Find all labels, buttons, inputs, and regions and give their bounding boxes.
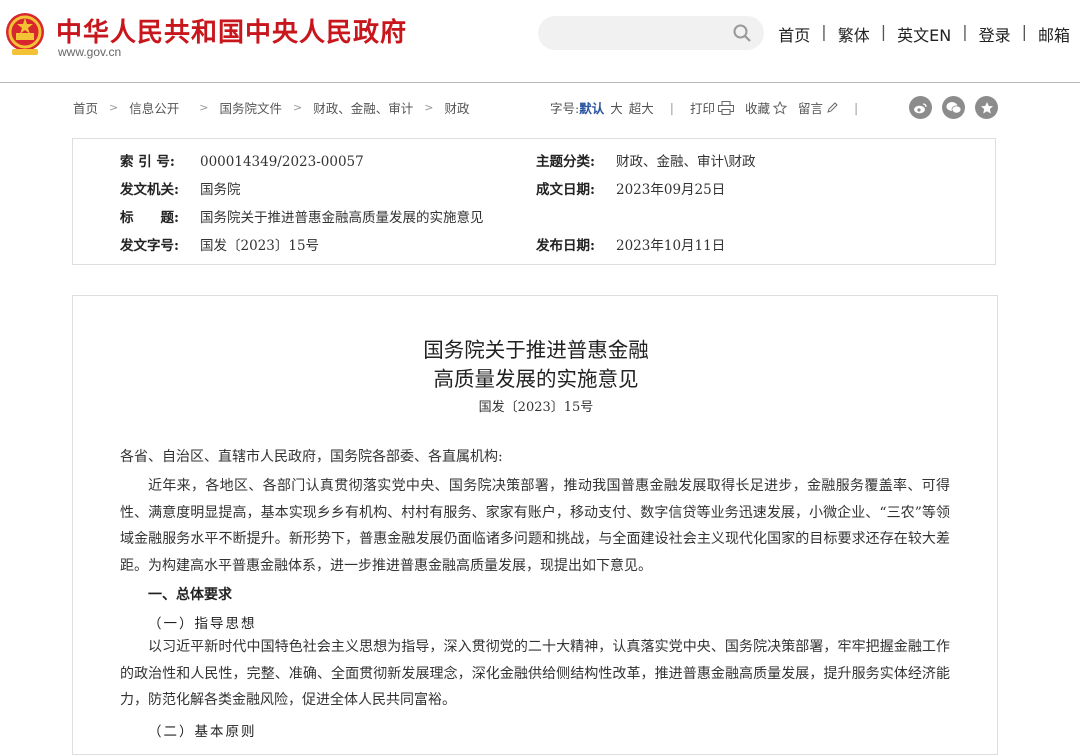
meta-published-label: 发布日期: [536, 238, 595, 254]
nav-english[interactable]: 英文EN [897, 22, 951, 46]
meta-index-label: 索 引 号: [120, 154, 175, 170]
nav-traditional[interactable]: 繁体 [838, 22, 870, 46]
pencil-icon[interactable] [826, 101, 838, 114]
breadcrumb-home[interactable]: 首页 [73, 98, 98, 117]
breadcrumb-finance[interactable]: 财政 [444, 98, 469, 117]
search-input[interactable] [538, 16, 764, 50]
meta-written-date: 成文日期: 2023年09月25日 [536, 178, 725, 198]
print-button[interactable]: 打印 [690, 98, 715, 117]
meta-docno-value: 国发〔2023〕15号 [200, 238, 320, 254]
meta-docno: 发文字号: 国发〔2023〕15号 [120, 234, 319, 254]
nav-separator: | [1021, 22, 1027, 41]
salutation: 各省、自治区、直辖市人民政府，国务院各部委、各直属机构: [120, 449, 503, 465]
nav-separator: | [962, 22, 968, 41]
document-metadata: 索 引 号: 000014349/2023-00057 主题分类: 财政、金融、审计… [72, 138, 996, 265]
font-size-label: 字号: [550, 101, 580, 116]
meta-category: 主题分类: 财政、金融、审计\财政 [536, 150, 756, 170]
national-emblem-icon[interactable] [4, 11, 46, 57]
font-size-large[interactable]: 大 [610, 98, 623, 117]
meta-issuer: 发文机关: 国务院 [120, 178, 241, 198]
meta-category-label: 主题分类: [536, 154, 595, 170]
meta-published-value: 2023年10月11日 [616, 238, 726, 254]
weibo-icon[interactable] [909, 96, 932, 119]
nav-separator: | [880, 22, 887, 41]
breadcrumb: 首页 > 信息公开 > 国务院文件 > 财政、金融、审计 > 财政 [73, 98, 469, 117]
printer-icon[interactable] [718, 100, 734, 115]
subsection-heading: （二）基本原则 [148, 724, 257, 740]
meta-issuer-value: 国务院 [200, 182, 241, 198]
document-number: 国发〔2023〕15号 [478, 400, 594, 415]
tools-separator: | [854, 100, 859, 115]
paragraph-intro: 近年来，各地区、各部门认真贯彻落实党中央、国务院决策部署，推动我国普惠金融发展取… [120, 478, 950, 574]
chevron-right-icon: > [424, 101, 434, 114]
paragraph-guiding: 以习近平新时代中国特色社会主义思想为指导，深入贯彻党的二十大精神，认真落实党中央… [120, 639, 950, 708]
meta-title: 标 题: 国务院关于推进普惠金融高质量发展的实施意见 [120, 206, 484, 226]
search-icon[interactable] [732, 23, 752, 43]
meta-written-value: 2023年09月25日 [616, 182, 726, 198]
chevron-right-icon: > [109, 101, 119, 114]
tools-separator: | [669, 100, 674, 115]
wechat-icon[interactable] [942, 96, 965, 119]
font-size-xlarge[interactable]: 超大 [629, 98, 654, 117]
favorite-button[interactable]: 收藏 [745, 98, 770, 117]
meta-docno-label: 发文字号: [120, 238, 179, 254]
meta-written-label: 成文日期: [536, 182, 595, 198]
top-nav: 首页 | 繁体 | 英文EN | 登录 | 邮箱 [778, 22, 1070, 46]
nav-separator: | [821, 22, 827, 41]
document-title-line1: 国务院关于推进普惠金融 [423, 338, 649, 362]
qzone-icon[interactable] [975, 96, 998, 119]
page-tools: 字号: 默认 大 超大 | 打印 收藏 留言 | [550, 98, 874, 117]
nav-login[interactable]: 登录 [979, 22, 1011, 46]
subsection-heading: （一）指导思想 [148, 616, 257, 632]
nav-mail[interactable]: 邮箱 [1038, 22, 1070, 46]
nav-home[interactable]: 首页 [778, 22, 810, 46]
site-header: 中华人民共和国中央人民政府 www.gov.cn 首页 | 繁体 | 英文EN … [0, 0, 1080, 82]
meta-title-value: 国务院关于推进普惠金融高质量发展的实施意见 [200, 210, 484, 226]
chevron-right-icon: > [292, 101, 303, 114]
section-heading: 一、总体要求 [148, 587, 232, 603]
meta-title-label: 标 题: [120, 210, 179, 226]
meta-index-value: 000014349/2023-00057 [200, 154, 364, 170]
header-divider [0, 82, 1080, 83]
site-url[interactable]: www.gov.cn [58, 45, 121, 59]
font-size-default[interactable]: 默认 [579, 98, 604, 117]
document-title-line2: 高质量发展的实施意见 [433, 367, 639, 391]
breadcrumb-finance-audit[interactable]: 财政、金融、审计 [313, 98, 413, 117]
star-icon[interactable] [773, 100, 788, 115]
chevron-right-icon: > [199, 101, 209, 114]
meta-category-value: 财政、金融、审计\财政 [616, 154, 756, 170]
meta-published-date: 发布日期: 2023年10月11日 [536, 234, 725, 254]
breadcrumb-state-council-docs[interactable]: 国务院文件 [219, 98, 282, 117]
document-body: 国务院关于推进普惠金融 高质量发展的实施意见 国发〔2023〕15号 各省、自治… [72, 295, 998, 755]
meta-issuer-label: 发文机关: [120, 182, 179, 198]
site-name[interactable]: 中华人民共和国中央人民政府 [56, 12, 407, 49]
meta-index: 索 引 号: 000014349/2023-00057 [120, 150, 364, 170]
breadcrumb-info[interactable]: 信息公开 [129, 98, 179, 117]
comment-button[interactable]: 留言 [798, 98, 823, 117]
share-bar [909, 96, 998, 119]
